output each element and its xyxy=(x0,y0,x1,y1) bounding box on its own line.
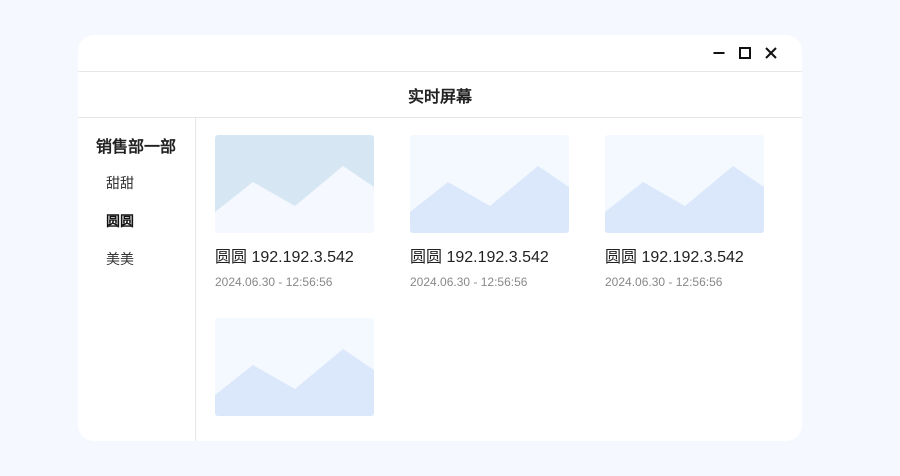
screen-title: 圆圆 192.192.3.542 xyxy=(410,249,549,266)
sidebar-item-yuanyuan[interactable]: 圆圆 xyxy=(106,211,134,231)
screen-card[interactable]: 圆圆 192.192.3.542 2024.06.30 - 12:56:56 xyxy=(410,135,569,289)
screen-timestamp: 2024.06.30 - 12:56:56 xyxy=(410,275,528,289)
maximize-icon[interactable] xyxy=(738,46,752,60)
window-controls xyxy=(712,46,778,60)
image-placeholder-icon[interactable] xyxy=(410,135,569,233)
image-placeholder-icon[interactable] xyxy=(215,318,374,416)
app-window: 实时屏幕 销售部一部 甜甜 圆圆 美美 圆圆 192.192.3.542 202… xyxy=(78,35,802,441)
sidebar-group-title[interactable]: 销售部一部 xyxy=(96,133,176,157)
sidebar: 销售部一部 甜甜 圆圆 美美 xyxy=(78,118,196,441)
screen-title: 圆圆 192.192.3.542 xyxy=(605,249,744,266)
screen-timestamp: 2024.06.30 - 12:56:56 xyxy=(605,275,723,289)
page-title: 实时屏幕 xyxy=(407,88,472,106)
screen-timestamp: 2024.06.30 - 12:56:56 xyxy=(215,275,333,289)
sidebar-item-meimei[interactable]: 美美 xyxy=(106,249,134,269)
screen-card[interactable]: 圆圆 192.192.3.542 2024.06.30 - 12:56:56 xyxy=(215,135,374,289)
minimize-icon[interactable] xyxy=(712,46,726,60)
page-header: 实时屏幕 xyxy=(78,72,802,118)
close-icon[interactable] xyxy=(764,46,778,60)
screen-card[interactable]: 圆圆 192.192.3.542 2024.06.30 - 12:56:56 xyxy=(605,135,764,289)
image-placeholder-icon[interactable] xyxy=(215,135,374,233)
title-bar xyxy=(78,35,802,72)
screen-card[interactable] xyxy=(215,318,374,416)
image-placeholder-icon[interactable] xyxy=(605,135,764,233)
screen-title: 圆圆 192.192.3.542 xyxy=(215,249,354,266)
sidebar-item-tiantian[interactable]: 甜甜 xyxy=(106,173,134,193)
